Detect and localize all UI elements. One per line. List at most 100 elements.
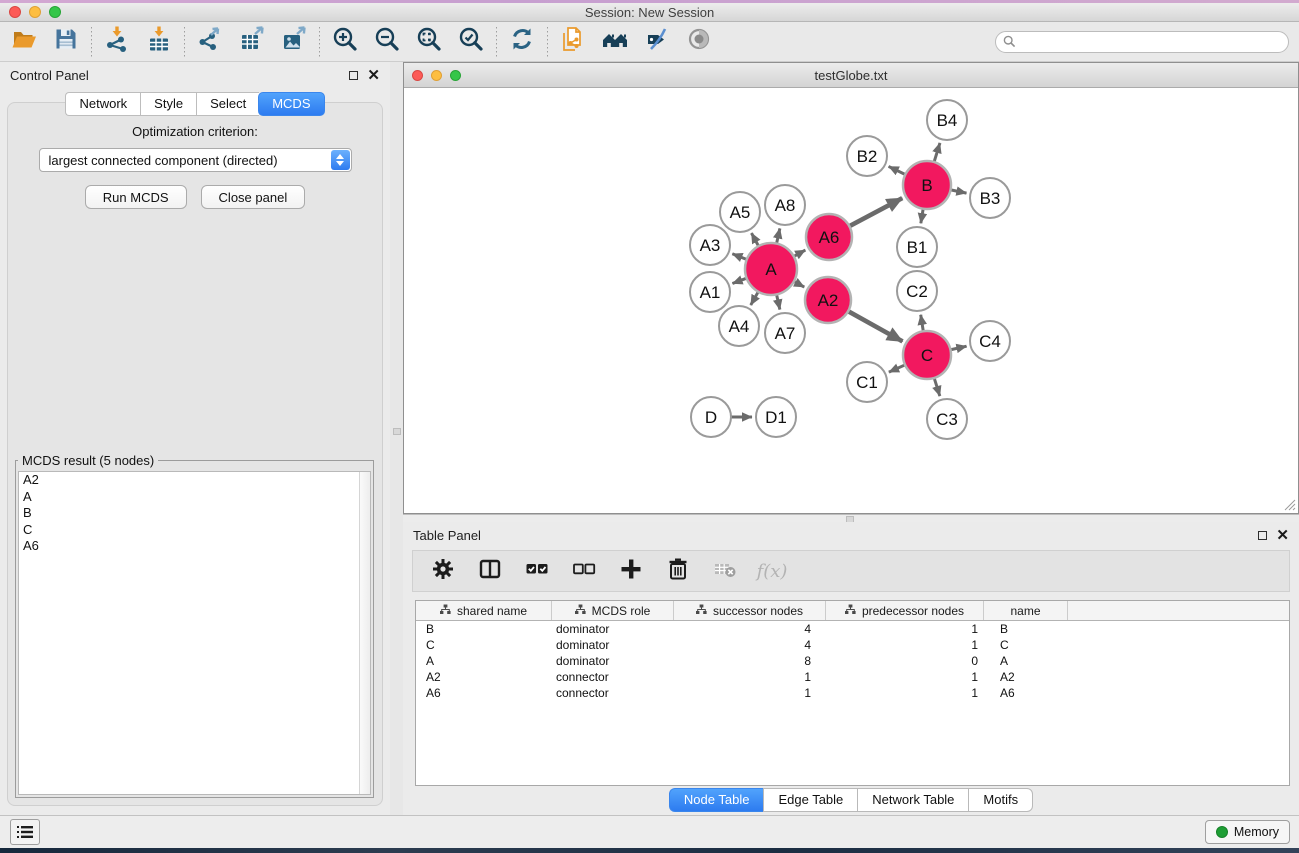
open-session-button[interactable] xyxy=(10,28,38,56)
tab-network[interactable]: Network xyxy=(65,92,140,116)
cell-name[interactable]: A2 xyxy=(984,669,1068,685)
tab-select[interactable]: Select xyxy=(196,92,259,116)
edge-B-B2[interactable] xyxy=(889,166,907,175)
close-panel-icon[interactable]: ✕ xyxy=(367,68,380,83)
tab-network-table[interactable]: Network Table xyxy=(857,788,968,812)
network-window-titlebar[interactable]: testGlobe.txt xyxy=(404,63,1298,88)
run-mcds-button[interactable]: Run MCDS xyxy=(85,185,187,209)
select-all-button[interactable] xyxy=(524,558,550,584)
tab-node-table[interactable]: Node Table xyxy=(669,788,764,812)
edge-B-B3[interactable] xyxy=(950,190,967,194)
network-graph[interactable]: B4B2BB3A8A5A6A3B1AA1C2A2A4A7C4CC1C3DD1 xyxy=(404,88,1298,513)
cell-predecessor-nodes[interactable]: 1 xyxy=(826,669,984,685)
hide-labels-button[interactable] xyxy=(643,28,671,56)
cell-name[interactable]: A6 xyxy=(984,685,1068,701)
cell-MCDS-role[interactable]: connector xyxy=(552,669,674,685)
edge-A-A4[interactable] xyxy=(751,291,759,305)
memory-button[interactable]: Memory xyxy=(1205,820,1290,844)
edge-B-B4[interactable] xyxy=(934,143,940,163)
cell-MCDS-role[interactable]: dominator xyxy=(552,621,674,637)
cell-successor-nodes[interactable]: 4 xyxy=(674,637,826,653)
edge-A-A7[interactable] xyxy=(776,293,780,309)
zoom-fit-button[interactable] xyxy=(415,28,443,56)
cell-shared-name[interactable]: A2 xyxy=(416,669,552,685)
zoom-selected-button[interactable] xyxy=(457,28,485,56)
column-header-MCDS-role[interactable]: MCDS role xyxy=(552,601,674,620)
tab-motifs[interactable]: Motifs xyxy=(968,788,1033,812)
zoom-in-button[interactable] xyxy=(331,28,359,56)
import-network-button[interactable] xyxy=(103,28,131,56)
column-header-name[interactable]: name xyxy=(984,601,1068,620)
cell-shared-name[interactable]: B xyxy=(416,621,552,637)
app-titlebar[interactable]: Session: New Session xyxy=(0,3,1299,22)
add-column-button[interactable] xyxy=(618,558,644,584)
deselect-all-button[interactable] xyxy=(571,558,597,584)
divider-grip[interactable] xyxy=(393,428,401,435)
cell-name[interactable]: C xyxy=(984,637,1068,653)
cell-predecessor-nodes[interactable]: 1 xyxy=(826,637,984,653)
edge-A-A1[interactable] xyxy=(732,278,747,284)
window-resize-grip[interactable] xyxy=(1283,498,1296,511)
close-panel-icon[interactable]: ✕ xyxy=(1276,528,1289,543)
table-row[interactable]: Adominator80A xyxy=(416,653,1289,669)
edge-A-A3[interactable] xyxy=(732,254,747,260)
result-list-item[interactable]: A2 xyxy=(19,472,370,489)
table-row[interactable]: A2connector11A2 xyxy=(416,669,1289,685)
result-list-item[interactable]: A xyxy=(19,489,370,506)
edge-C-C2[interactable] xyxy=(921,315,924,333)
cell-predecessor-nodes[interactable]: 1 xyxy=(826,621,984,637)
network-view-window[interactable]: testGlobe.txt B4B2BB3A8A5A6A3B1AA1C2A2A4… xyxy=(403,62,1299,514)
cell-successor-nodes[interactable]: 8 xyxy=(674,653,826,669)
edge-C-C4[interactable] xyxy=(949,346,966,350)
result-scrollbar[interactable] xyxy=(359,472,370,794)
task-history-button[interactable] xyxy=(10,819,40,845)
vertical-split-divider[interactable] xyxy=(390,62,403,815)
save-session-button[interactable] xyxy=(52,28,80,56)
edge-A-A8[interactable] xyxy=(776,228,780,244)
cell-MCDS-role[interactable]: connector xyxy=(552,685,674,701)
optimization-criterion-select[interactable]: largest connected component (directed) xyxy=(39,148,352,172)
tab-edge-table[interactable]: Edge Table xyxy=(763,788,857,812)
cell-MCDS-role[interactable]: dominator xyxy=(552,653,674,669)
cell-predecessor-nodes[interactable]: 0 xyxy=(826,653,984,669)
close-panel-button[interactable]: Close panel xyxy=(201,185,306,209)
edge-A-A5[interactable] xyxy=(751,233,759,247)
select-stepper-icon[interactable] xyxy=(331,150,350,170)
edge-C-C3[interactable] xyxy=(934,377,940,396)
result-list-item[interactable]: B xyxy=(19,505,370,522)
cell-shared-name[interactable]: C xyxy=(416,637,552,653)
result-list-item[interactable]: A6 xyxy=(19,538,370,555)
cell-successor-nodes[interactable]: 4 xyxy=(674,621,826,637)
cell-MCDS-role[interactable]: dominator xyxy=(552,637,674,653)
node-table[interactable]: shared nameMCDS rolesuccessor nodesprede… xyxy=(415,600,1290,786)
cell-shared-name[interactable]: A6 xyxy=(416,685,552,701)
cell-predecessor-nodes[interactable]: 1 xyxy=(826,685,984,701)
edge-A6-B[interactable] xyxy=(848,198,902,227)
cell-successor-nodes[interactable]: 1 xyxy=(674,669,826,685)
horizontal-split-divider[interactable] xyxy=(403,514,1299,522)
tab-mcds[interactable]: MCDS xyxy=(258,92,324,116)
mcds-result-list[interactable]: A2ABCA6 xyxy=(18,471,371,795)
edge-A2-C[interactable] xyxy=(847,311,902,342)
network-from-selection-button[interactable] xyxy=(559,28,587,56)
import-table-button[interactable] xyxy=(145,28,173,56)
cell-name[interactable]: B xyxy=(984,621,1068,637)
search-input[interactable] xyxy=(995,31,1289,53)
show-graphics-details-button[interactable] xyxy=(685,28,713,56)
zoom-out-button[interactable] xyxy=(373,28,401,56)
edge-B-B1[interactable] xyxy=(921,208,924,224)
result-list-item[interactable]: C xyxy=(19,522,370,539)
table-row[interactable]: Cdominator41C xyxy=(416,637,1289,653)
export-table-button[interactable] xyxy=(238,28,266,56)
cell-name[interactable]: A xyxy=(984,653,1068,669)
table-options-button[interactable] xyxy=(430,558,456,584)
network-canvas[interactable]: B4B2BB3A8A5A6A3B1AA1C2A2A4A7C4CC1C3DD1 xyxy=(404,88,1298,513)
delete-column-button[interactable] xyxy=(665,558,691,584)
open-browser-button[interactable] xyxy=(601,28,629,56)
float-panel-icon[interactable] xyxy=(349,71,358,80)
column-header-successor-nodes[interactable]: successor nodes xyxy=(674,601,826,620)
export-network-button[interactable] xyxy=(196,28,224,56)
table-row[interactable]: A6connector11A6 xyxy=(416,685,1289,701)
export-image-button[interactable] xyxy=(280,28,308,56)
tab-style[interactable]: Style xyxy=(140,92,196,116)
